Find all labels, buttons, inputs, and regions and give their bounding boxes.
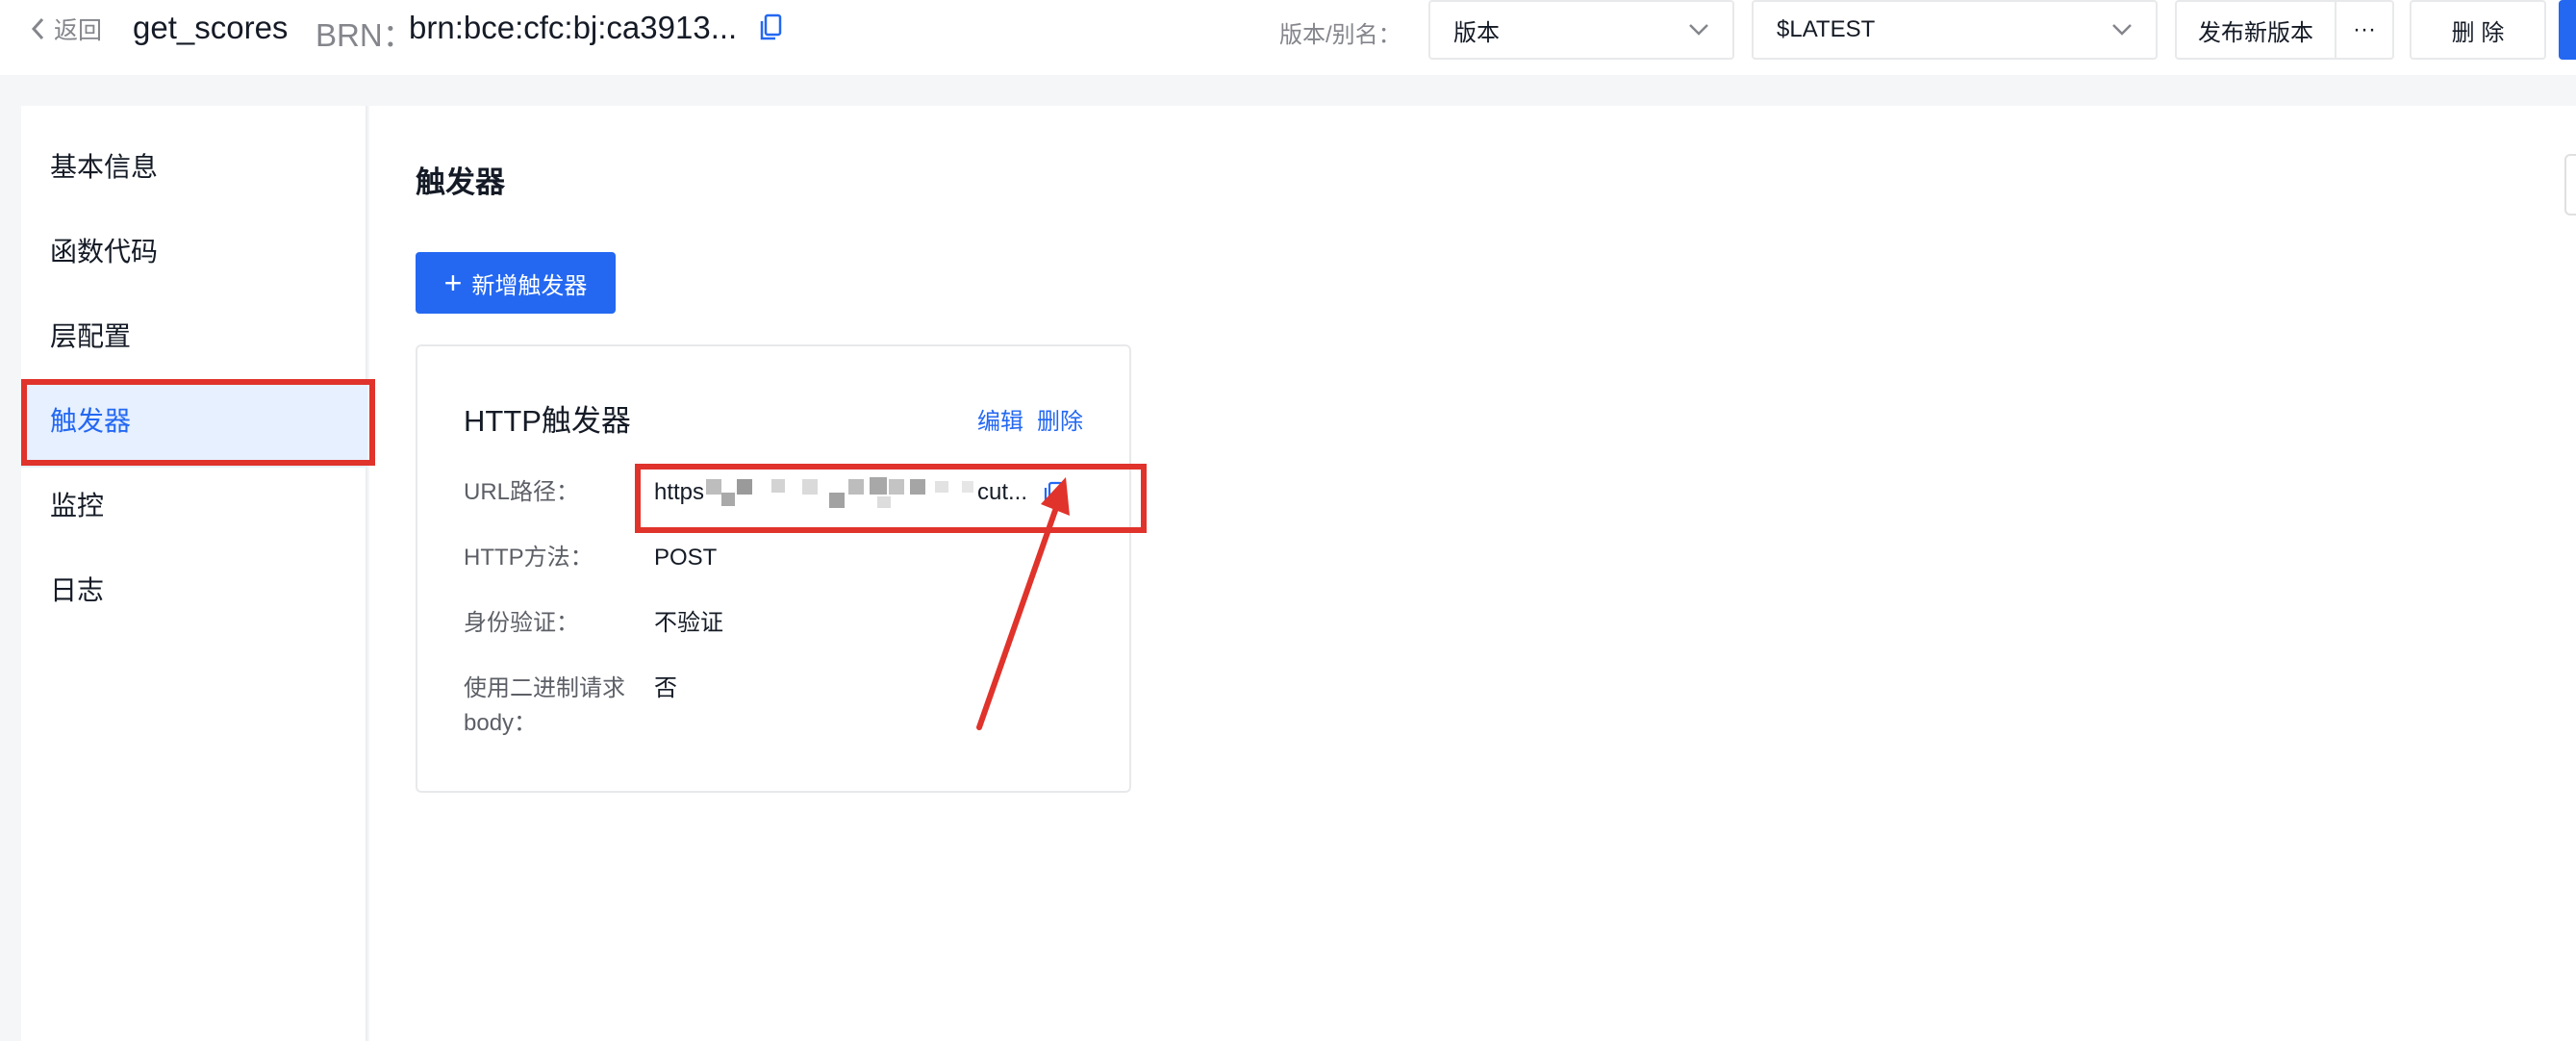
annotation-arrow	[976, 477, 1070, 730]
